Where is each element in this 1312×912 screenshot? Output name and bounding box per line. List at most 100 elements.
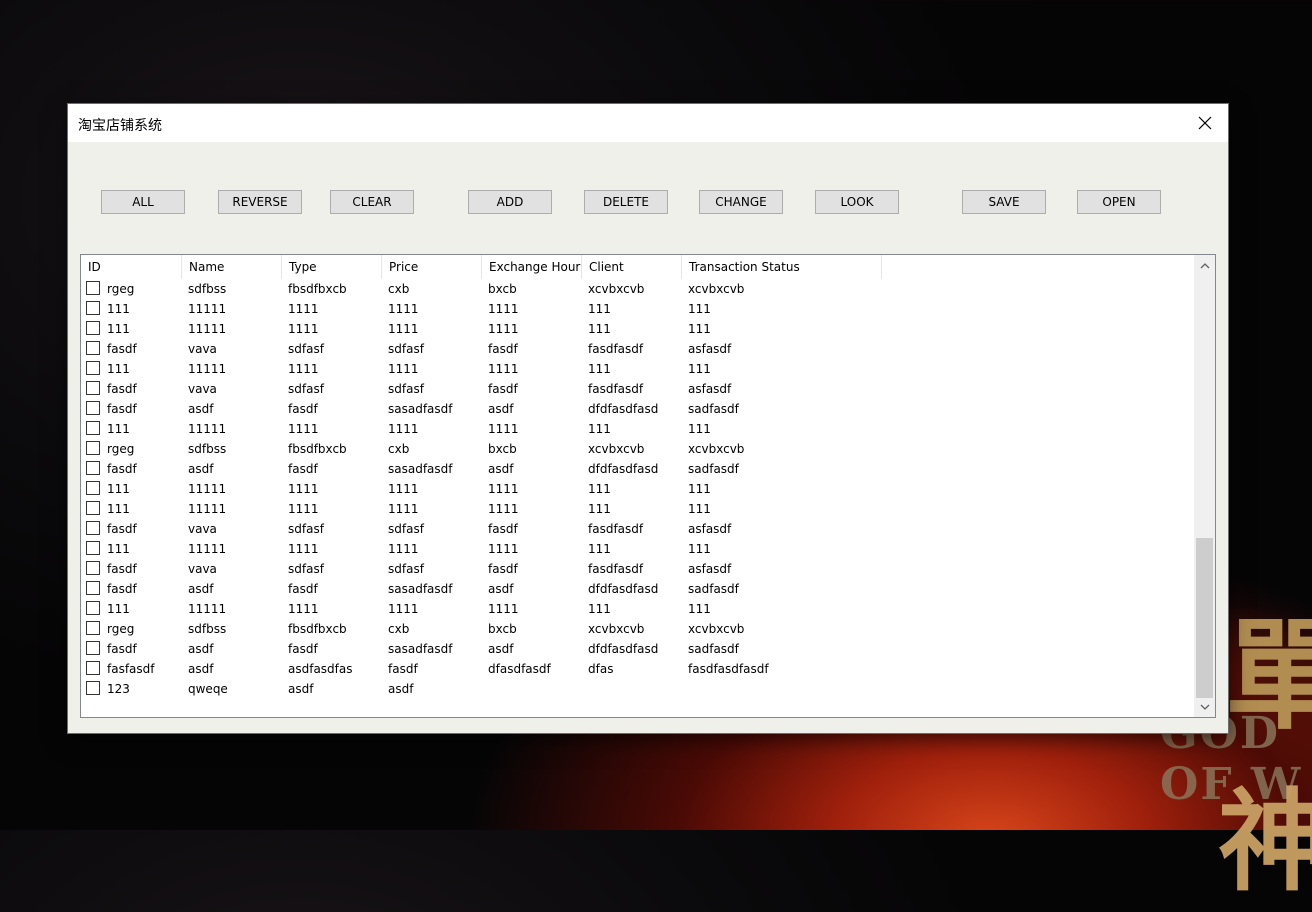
- table-cell: 111: [688, 362, 711, 376]
- row-checkbox[interactable]: [86, 421, 100, 435]
- table-row[interactable]: fasdf vava sdfasf sdfasf fasdf fasdfasdf asfas…: [81, 339, 1191, 359]
- column-header-client[interactable]: Client: [582, 255, 682, 279]
- table-row[interactable]: 111 11111 1111 1111 1111 111 111: [81, 479, 1191, 499]
- delete-button[interactable]: DELETE: [584, 190, 668, 214]
- table-cell: rgeg: [107, 282, 135, 296]
- row-checkbox[interactable]: [86, 561, 100, 575]
- table-cell: 1111: [488, 542, 519, 556]
- table-row[interactable]: fasdf vava sdfasf sdfasf fasdf fasdfasdf asfas…: [81, 379, 1191, 399]
- table-cell: sasadfasdf: [388, 642, 453, 656]
- select-all-button[interactable]: ALL: [101, 190, 185, 214]
- background-glyph-bottom: 神: [1218, 777, 1312, 906]
- clear-selection-button[interactable]: CLEAR: [330, 190, 414, 214]
- table-cell: 111: [588, 542, 611, 556]
- row-checkbox[interactable]: [86, 461, 100, 475]
- table-row[interactable]: 111 11111 1111 1111 1111 111 111: [81, 419, 1191, 439]
- column-header-type[interactable]: Type: [282, 255, 382, 279]
- row-checkbox[interactable]: [86, 401, 100, 415]
- table-cell: sdfbss: [188, 442, 227, 456]
- row-checkbox[interactable]: [86, 501, 100, 515]
- table-row[interactable]: 111 11111 1111 1111 1111 111 111: [81, 299, 1191, 319]
- table-row[interactable]: rgeg sdfbss fbsdfbxcb cxb bxcb xcvbxcvb xcvbxc…: [81, 619, 1191, 639]
- table-row[interactable]: rgeg sdfbss fbsdfbxcb cxb bxcb xcvbxcvb xcvbxc…: [81, 279, 1191, 299]
- table-cell: xcvbxcvb: [588, 282, 645, 296]
- table-cell: dfdfasdfasd: [588, 582, 659, 596]
- row-checkbox[interactable]: [86, 621, 100, 635]
- table-row[interactable]: 111 11111 1111 1111 1111 111 111: [81, 499, 1191, 519]
- close-button[interactable]: [1182, 104, 1228, 142]
- row-checkbox[interactable]: [86, 381, 100, 395]
- table-row[interactable]: 123 qweqe asdf asdf: [81, 679, 1191, 699]
- row-checkbox[interactable]: [86, 661, 100, 675]
- column-header-transaction-status[interactable]: Transaction Status: [682, 255, 882, 279]
- column-header-id[interactable]: ID: [81, 255, 182, 279]
- save-button[interactable]: SAVE: [962, 190, 1046, 214]
- table-cell: xcvbxcvb: [688, 622, 745, 636]
- change-button[interactable]: CHANGE: [699, 190, 783, 214]
- table-row[interactable]: 111 11111 1111 1111 1111 111 111: [81, 359, 1191, 379]
- column-header-exchange-hour[interactable]: Exchange Hour: [482, 255, 582, 279]
- column-header-price[interactable]: Price: [382, 255, 482, 279]
- table-cell: 1111: [488, 422, 519, 436]
- row-checkbox[interactable]: [86, 681, 100, 695]
- title-bar[interactable]: 淘宝店铺系统: [68, 104, 1228, 142]
- table-cell: 111: [107, 502, 130, 516]
- table-cell: 111: [688, 322, 711, 336]
- table-cell: sasadfasdf: [388, 462, 453, 476]
- records-list[interactable]: ID Name Type Price Exchange Hour Client …: [80, 254, 1216, 718]
- row-checkbox[interactable]: [86, 641, 100, 655]
- table-cell: 1111: [488, 502, 519, 516]
- table-cell: xcvbxcvb: [588, 622, 645, 636]
- table-cell: fasdf: [107, 562, 137, 576]
- scroll-down-button[interactable]: [1194, 698, 1215, 715]
- table-cell: xcvbxcvb: [688, 282, 745, 296]
- row-checkbox[interactable]: [86, 321, 100, 335]
- table-row[interactable]: 111 11111 1111 1111 1111 111 111: [81, 539, 1191, 559]
- table-cell: dfasdfasdf: [488, 662, 551, 676]
- row-checkbox[interactable]: [86, 361, 100, 375]
- table-row[interactable]: 111 11111 1111 1111 1111 111 111: [81, 319, 1191, 339]
- row-checkbox[interactable]: [86, 341, 100, 355]
- table-cell: fasdf: [488, 342, 518, 356]
- row-checkbox[interactable]: [86, 601, 100, 615]
- table-cell: 1111: [388, 602, 419, 616]
- row-checkbox[interactable]: [86, 481, 100, 495]
- row-checkbox[interactable]: [86, 581, 100, 595]
- table-row[interactable]: fasdf vava sdfasf sdfasf fasdf fasdfasdf asfas…: [81, 559, 1191, 579]
- row-checkbox[interactable]: [86, 541, 100, 555]
- table-row[interactable]: fasdf asdf fasdf sasadfasdf asdf dfdfasdfasd s…: [81, 459, 1191, 479]
- table-cell: 111: [588, 362, 611, 376]
- table-row[interactable]: fasdf asdf fasdf sasadfasdf asdf dfdfasdfasd s…: [81, 399, 1191, 419]
- table-cell: 111: [688, 542, 711, 556]
- table-cell: 1111: [488, 322, 519, 336]
- table-cell: 111: [688, 602, 711, 616]
- row-checkbox[interactable]: [86, 441, 100, 455]
- column-header-name[interactable]: Name: [182, 255, 282, 279]
- table-cell: fasdf: [107, 582, 137, 596]
- table-cell: 123: [107, 682, 130, 696]
- table-row[interactable]: fasdf asdf fasdf sasadfasdf asdf dfdfasdfasd s…: [81, 639, 1191, 659]
- row-checkbox[interactable]: [86, 301, 100, 315]
- table-row[interactable]: fasdf asdf fasdf sasadfasdf asdf dfdfasdfasd s…: [81, 579, 1191, 599]
- add-button[interactable]: ADD: [468, 190, 552, 214]
- table-cell: bxcb: [488, 442, 517, 456]
- row-checkbox[interactable]: [86, 521, 100, 535]
- close-icon: [1198, 116, 1212, 130]
- vertical-scrollbar[interactable]: [1194, 255, 1215, 717]
- open-button[interactable]: OPEN: [1077, 190, 1161, 214]
- table-cell: vava: [188, 342, 217, 356]
- list-rows: rgeg sdfbss fbsdfbxcb cxb bxcb xcvbxcvb xcvbxc…: [81, 279, 1191, 699]
- table-row[interactable]: 111 11111 1111 1111 1111 111 111: [81, 599, 1191, 619]
- scroll-up-button[interactable]: [1194, 257, 1215, 274]
- table-cell: 111: [688, 502, 711, 516]
- table-cell: fasdfasdf: [588, 522, 644, 536]
- table-row[interactable]: fasfasdf asdf asdfasdfas fasdf dfasdfasdf dfa…: [81, 659, 1191, 679]
- row-checkbox[interactable]: [86, 281, 100, 295]
- table-cell: 11111: [188, 542, 227, 556]
- look-button[interactable]: LOOK: [815, 190, 899, 214]
- table-row[interactable]: fasdf vava sdfasf sdfasf fasdf fasdfasdf asfas…: [81, 519, 1191, 539]
- reverse-selection-button[interactable]: REVERSE: [218, 190, 302, 214]
- table-row[interactable]: rgeg sdfbss fbsdfbxcb cxb bxcb xcvbxcvb xcvbxc…: [81, 439, 1191, 459]
- scrollbar-thumb[interactable]: [1196, 538, 1213, 698]
- table-cell: asdf: [488, 402, 514, 416]
